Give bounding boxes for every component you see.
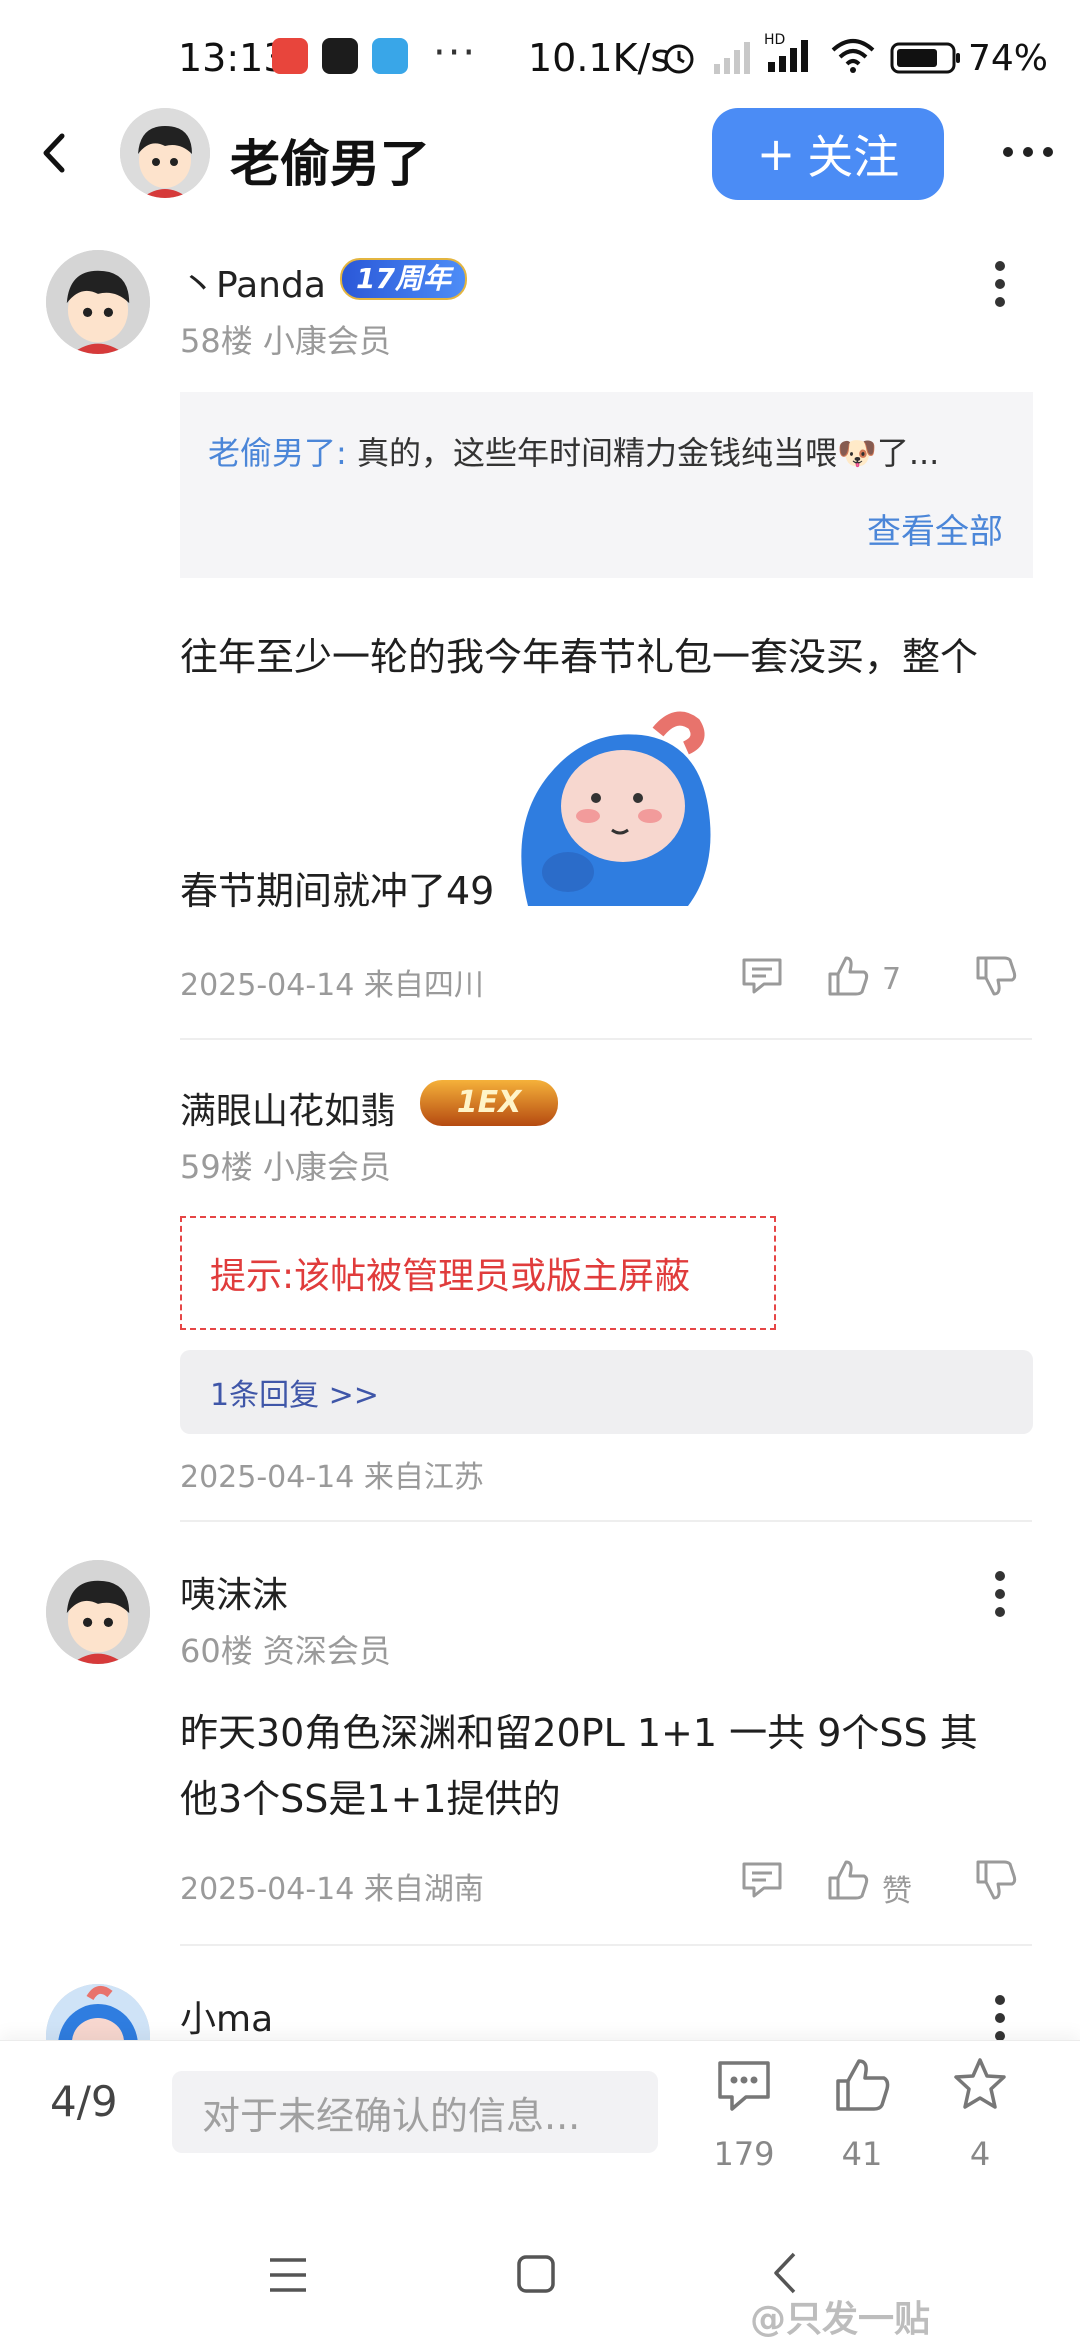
comment-count: 179 [713,2135,775,2173]
system-navigation-bar: @只发一贴 [0,2190,1080,2340]
comment-icon[interactable] [740,954,784,998]
divider [180,1944,1032,1946]
quote-author[interactable]: 老偷男了: [208,434,347,472]
view-all-link[interactable]: 查看全部 [867,504,1003,553]
dislike-icon[interactable] [974,954,1018,998]
status-more-dots: ··· [433,30,478,76]
app-icon-music [322,38,358,74]
cartoon-face-avatar-icon [46,250,150,354]
divider [180,1038,1032,1040]
menu-icon[interactable] [266,2256,310,2294]
comments-button[interactable]: 179 [694,2055,794,2185]
floor-member-info: 59楼 小康会员 [180,1148,391,1186]
comment-icon[interactable] [740,1858,784,1902]
blocked-notice: 提示:该帖被管理员或版主屏蔽 [180,1216,776,1330]
like-icon[interactable] [826,954,870,998]
app-icon-cloud [372,38,408,74]
emoji-sticker-icon [508,711,720,906]
avatar[interactable] [46,1984,150,2040]
divider [180,1520,1032,1522]
cartoon-face-avatar-icon [46,1560,150,1664]
like-count: 7 [882,962,902,997]
comment-bubble-icon [718,2061,770,2111]
like-label: 赞 [882,1874,912,1909]
signal-hd-icon: HD [764,32,808,72]
username[interactable]: 小ma [180,1990,273,2042]
comment-input[interactable]: 对于未经确认的信息... [172,2071,658,2153]
avatar[interactable] [46,250,150,354]
blue-cartoon-avatar-icon [46,1984,150,2040]
quoted-reply[interactable]: 老偷男了: 真的，这些年时间精力金钱纯当喂🐶了... 查看全部 [180,392,1033,578]
cartoon-face-avatar-icon [120,108,210,198]
thread-header: 老偷男了 + 关注 [0,100,1080,210]
bottom-action-bar: 4/9 对于未经确认的信息... 179 41 4 [0,2040,1080,2190]
thumbs-up-icon [836,2059,890,2111]
favorite-count: 4 [969,2135,991,2173]
username[interactable]: 咦沫沫 [180,1566,288,1618]
watermark: @只发一贴 [750,2299,931,2340]
post-actions: 7 [740,954,1040,1014]
more-options-icon[interactable] [998,130,1058,174]
svg-text:HD: HD [764,32,785,48]
username[interactable]: 丶Panda [180,256,326,308]
back-arrow-icon[interactable] [30,128,80,178]
wifi-icon [831,39,875,73]
star-icon [954,2058,1006,2109]
thread-author-title: 老偷男了 [230,135,430,193]
alarm-icon [664,44,694,74]
post-menu-icon[interactable] [980,1566,1020,1626]
level-badge: 1EX [420,1080,558,1126]
quote-text: 老偷男了: 真的，这些年时间精力金钱纯当喂🐶了... [208,428,1008,474]
favorite-button[interactable]: 4 [930,2055,1030,2185]
like-button[interactable]: 41 [812,2055,912,2185]
signal-weak-icon [714,42,750,74]
post-menu-icon[interactable] [980,1990,1020,2040]
post-date-location: 2025-04-14 来自湖南 [180,1872,484,1907]
view-replies-link[interactable]: 1条回复 >> [180,1350,1033,1434]
post-content-line-1: 昨天30角色深渊和留20PL 1+1 一共 9个SS 其 [180,1711,978,1755]
network-speed: 10.1K/s [528,36,671,80]
avatar[interactable] [46,1560,150,1664]
post-date-location: 2025-04-14 来自四川 [180,968,484,1003]
app-icon-618 [272,38,308,74]
like-icon[interactable] [826,1858,870,1902]
like-count: 41 [841,2135,883,2173]
battery-icon [890,42,960,74]
post-content-line-2: 他3个SS是1+1提供的 [180,1777,561,1821]
plus-icon: + [756,127,796,181]
follow-button[interactable]: + 关注 [712,108,944,200]
author-avatar[interactable] [120,108,210,198]
post-date-location: 2025-04-14 来自江苏 [180,1460,484,1495]
page-indicator[interactable]: 4/9 [50,2077,118,2126]
follow-label: 关注 [807,130,900,184]
post-content-line-2: 春节期间就冲了49 [180,869,495,913]
post-actions: 赞 [740,1858,1040,1918]
battery-percentage: 74% [968,38,1049,79]
floor-member-info: 58楼 小康会员 [180,322,391,360]
home-icon[interactable] [516,2254,556,2294]
dislike-icon[interactable] [974,1858,1018,1902]
post-content-line-1: 往年至少一轮的我今年春节礼包一套没买，整个 [180,635,979,679]
floor-member-info: 60楼 资深会员 [180,1632,391,1670]
anniversary-badge: 17周年 [340,258,467,300]
username[interactable]: 满眼山花如翡 [180,1082,396,1134]
quote-body: 真的，这些年时间精力金钱纯当喂🐶了... [346,434,940,472]
post-menu-icon[interactable] [980,256,1020,316]
